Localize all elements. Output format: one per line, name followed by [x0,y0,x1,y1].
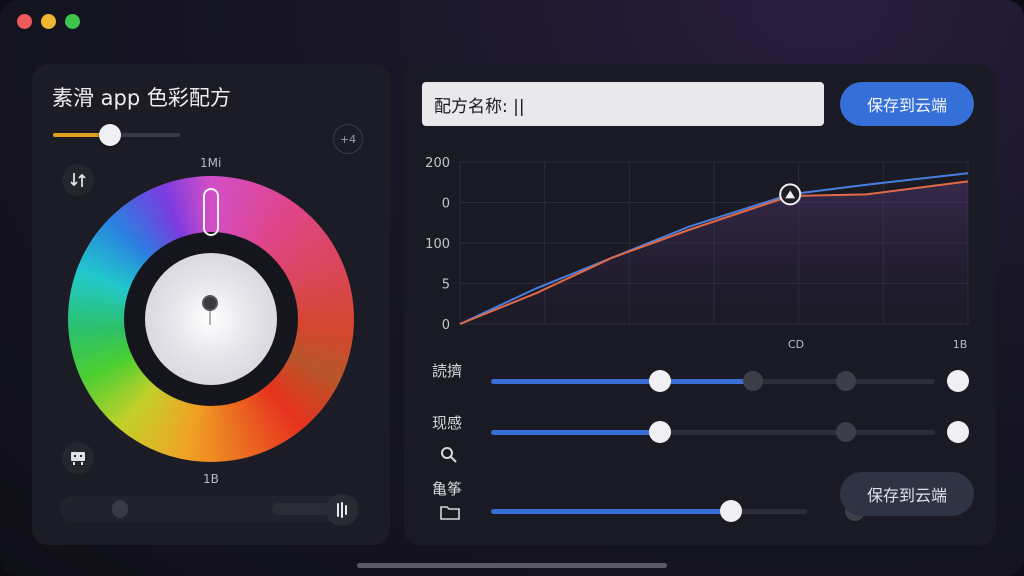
color-wheel[interactable] [68,176,354,462]
y-tick-label: 100 [425,237,450,252]
app-title: 素滑 app 色彩配方 [52,86,231,110]
slider-fill [491,430,660,435]
top-slider[interactable] [53,124,180,146]
window-controls [17,14,80,29]
wheel-knob[interactable] [202,295,218,311]
add-button[interactable]: +4 [333,124,363,154]
y-tick-label: 5 [442,278,450,293]
search-icon[interactable] [440,446,458,468]
zoom-button[interactable] [65,14,80,29]
slider-label: 现感 [432,414,463,432]
slider-thumb[interactable] [719,500,742,522]
slider-stop[interactable] [742,371,763,391]
slider-stop[interactable] [836,371,857,391]
close-button[interactable] [17,14,32,29]
x-tick-label: CD [788,338,804,351]
slider-track[interactable] [491,421,935,443]
scrubber-thumb[interactable] [112,500,128,518]
slider-end-toggle[interactable] [947,421,969,443]
slider-end-toggle[interactable] [947,370,969,392]
top-slider-thumb[interactable] [99,124,122,146]
recipe-name-field[interactable]: 配方名称: || [422,82,824,126]
slider-label: 亀筝 [432,480,463,498]
wheel-bottom-label: 1B [203,472,219,486]
recipe-editor-panel: 配方名称: || 保存到云端 200 0 100 5 0 CD 1B 読擠现感亀筝 保存到… [404,64,996,545]
y-tick-label: 200 [425,156,450,171]
y-tick-label: 0 [442,197,450,212]
saturation-disc[interactable] [145,253,277,385]
color-wheel-panel: 素滑 app 色彩配方 +4 1Mi 1B [32,64,390,545]
home-indicator [357,563,667,568]
x-tick-labels: CD 1B [788,338,967,351]
app-window: 素滑 app 色彩配方 +4 1Mi 1B 配方名称: || 保存到云端 200… [0,0,1024,576]
equalizer-icon[interactable] [326,494,358,526]
slider-stop[interactable] [836,422,857,442]
bottom-scrubber[interactable] [60,496,360,522]
save-to-cloud-button-secondary[interactable]: 保存到云端 [840,472,974,516]
slider-fill [491,379,749,384]
slider-thumb[interactable] [648,421,671,443]
slider-track[interactable] [491,370,935,392]
y-tick-labels: 200 0 100 5 0 [425,156,450,333]
curve-chart[interactable]: 200 0 100 5 0 CD 1B [404,144,996,354]
slider-fill [491,509,731,514]
wheel-top-label: 1Mi [200,156,222,170]
slider-label: 読擠 [432,362,463,380]
slider-track[interactable] [491,500,866,522]
y-tick-label: 0 [442,318,450,333]
minimize-button[interactable] [41,14,56,29]
hue-handle[interactable] [203,188,219,236]
curve-marker [779,183,802,206]
grid-icon[interactable] [62,442,94,474]
x-tick-label: 1B [953,338,968,351]
folder-icon[interactable] [440,504,460,524]
save-to-cloud-button[interactable]: 保存到云端 [840,82,974,126]
slider-thumb[interactable] [648,370,671,392]
